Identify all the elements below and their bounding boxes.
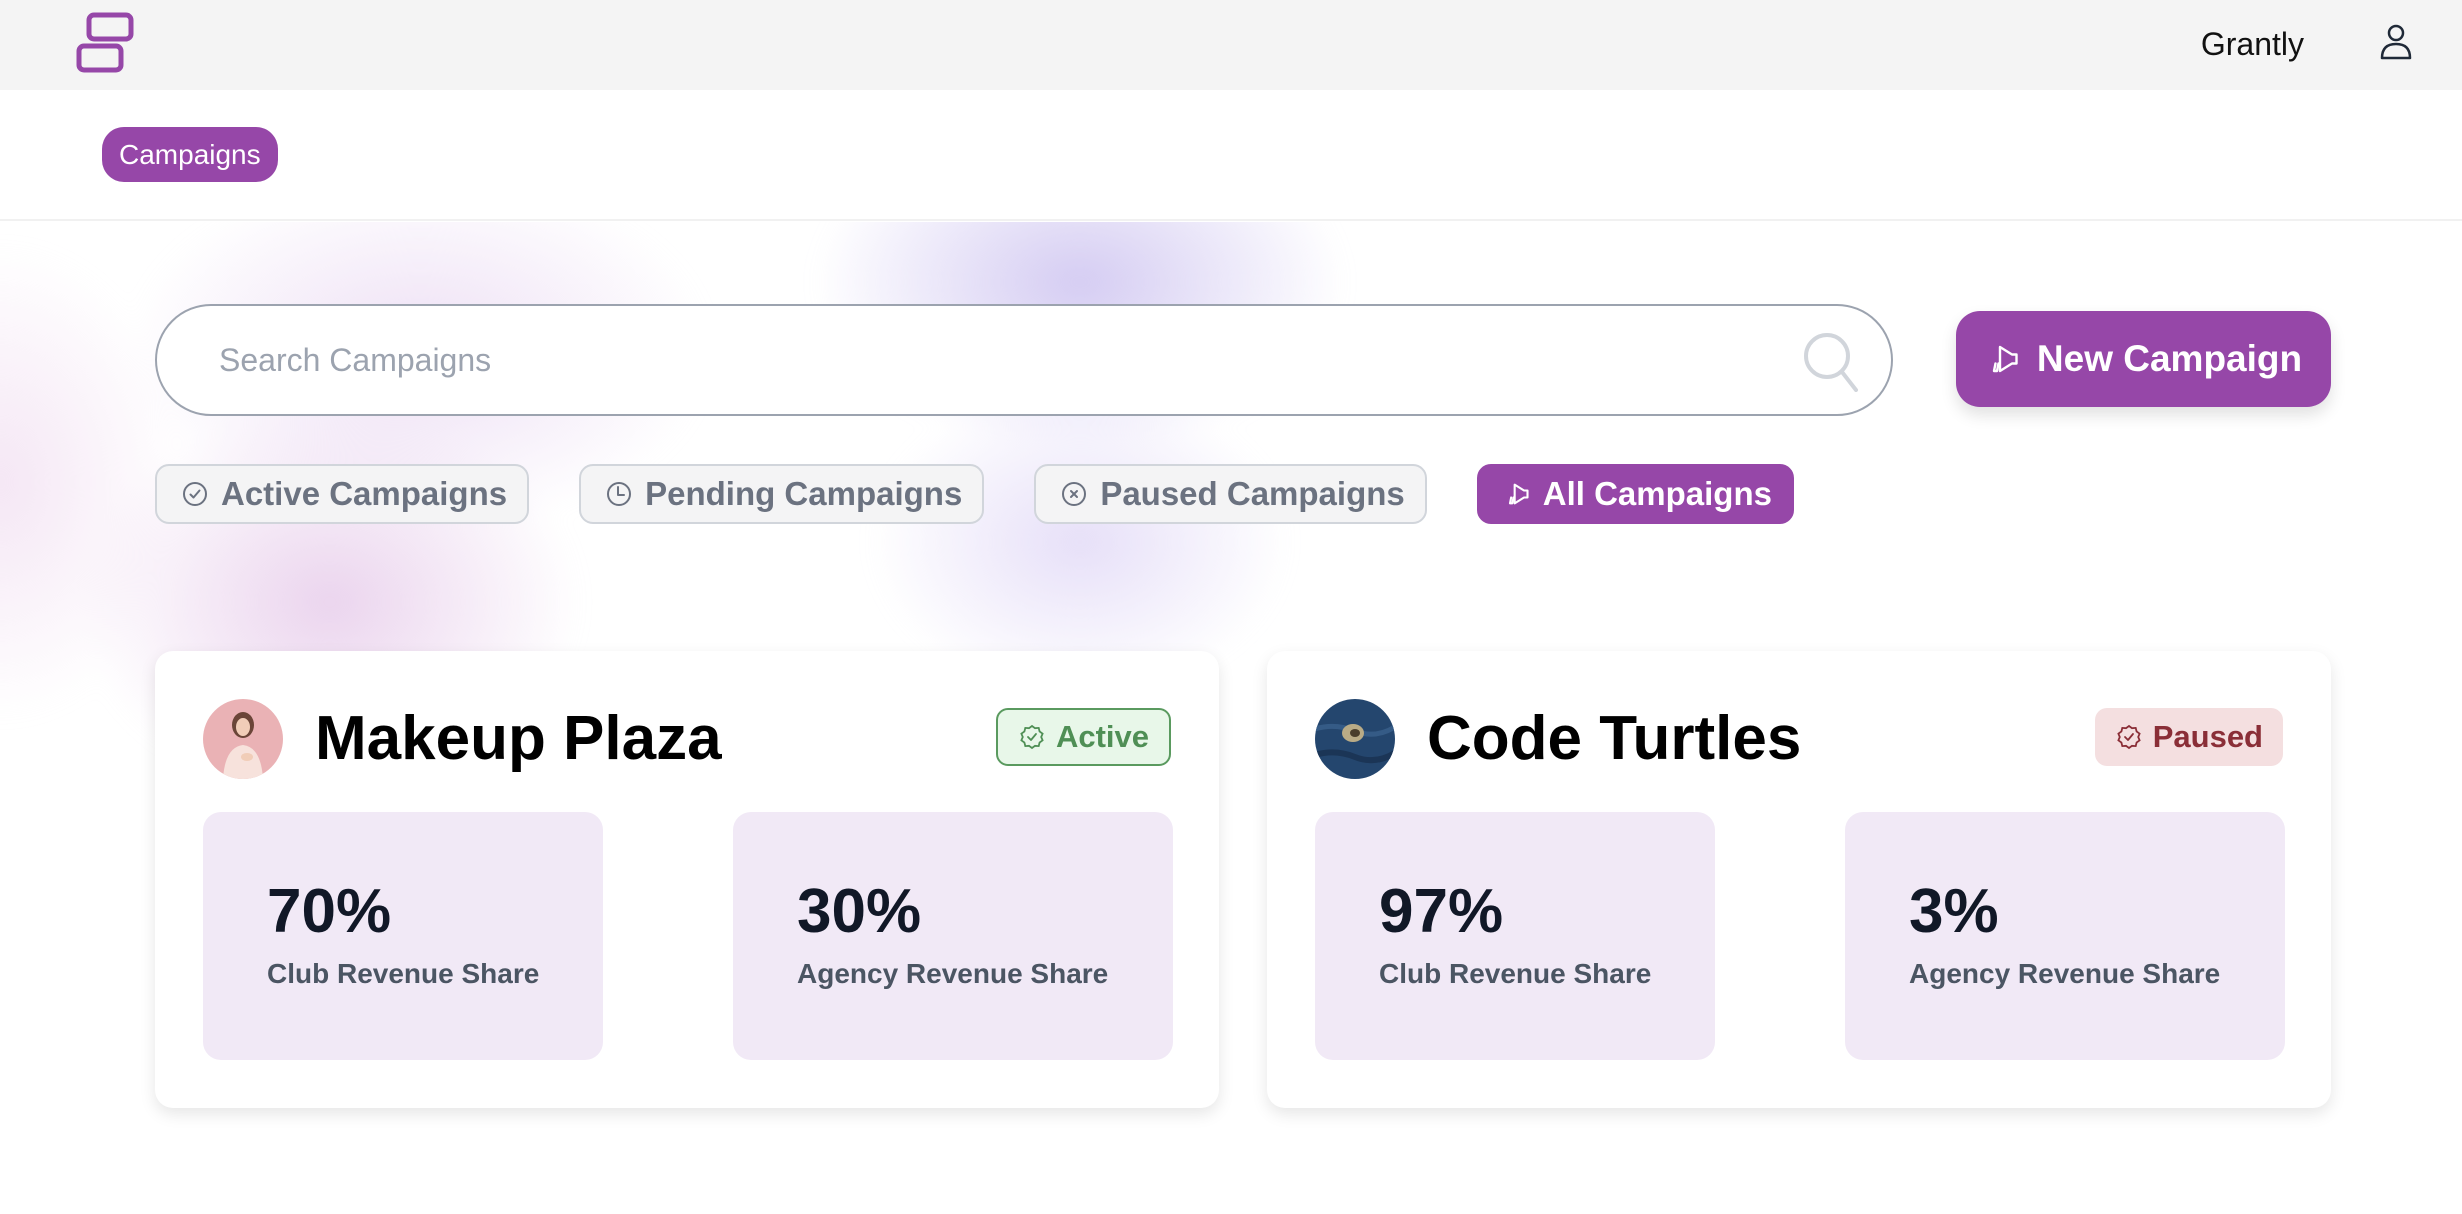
campaign-card[interactable]: Makeup Plaza Active 70% Club Revenue Sha… [155,651,1219,1108]
filter-all-campaigns[interactable]: All Campaigns [1476,464,1794,524]
verified-badge-icon [1020,724,1044,750]
campaign-filters: Active Campaigns Pending Campaigns Pause… [155,464,1794,524]
x-circle-icon [1062,482,1087,506]
status-label: Paused [2152,719,2263,754]
new-campaign-label: New Campaign [2036,338,2303,379]
logo-icon[interactable] [76,12,134,74]
verified-badge-icon [2117,724,2141,750]
search-input[interactable] [219,306,1779,414]
search-icon[interactable] [1801,330,1861,392]
tab-campaigns[interactable]: Campaigns [102,127,278,182]
user-icon[interactable] [2378,22,2414,62]
campaign-name: Makeup Plaza [315,704,722,773]
new-campaign-button[interactable]: New Campaign [1956,311,2331,407]
campaign-name: Code Turtles [1427,704,1802,773]
status-label: Active [1055,719,1149,754]
filter-label: Paused Campaigns [1100,475,1405,512]
club-revenue-share-stat: 70% Club Revenue Share [203,812,603,1060]
megaphone-icon [1992,345,2018,373]
stat-label: Club Revenue Share [267,958,540,989]
filter-label: All Campaigns [1542,475,1772,512]
club-revenue-share-stat: 97% Club Revenue Share [1315,812,1715,1060]
megaphone-icon [1508,483,1529,505]
search-bar [155,304,1893,416]
top-bar: Grantly [0,0,2462,90]
stat-label: Club Revenue Share [1379,958,1652,989]
stat-value: 30% [797,877,922,946]
filter-active-campaigns[interactable]: Active Campaigns [155,464,530,524]
status-badge: Active [995,708,1171,766]
campaign-card[interactable]: Code Turtles Paused 97% Club Revenue Sha… [1267,651,2331,1108]
agency-revenue-share-stat: 3% Agency Revenue Share [1845,812,2285,1060]
filter-paused-campaigns[interactable]: Paused Campaigns [1034,464,1427,524]
filter-label: Pending Campaigns [645,475,963,512]
turtle-photo-icon [1315,699,1395,779]
filter-pending-campaigns[interactable]: Pending Campaigns [579,464,985,524]
clock-icon [607,482,632,506]
campaign-avatar [1315,699,1395,779]
stat-label: Agency Revenue Share [1909,958,2221,989]
status-badge: Paused [2094,708,2283,766]
organization-name: Grantly [2200,26,2304,62]
agency-revenue-share-stat: 30% Agency Revenue Share [733,812,1173,1060]
stat-value: 70% [267,877,392,946]
stat-value: 3% [1909,877,1999,946]
stat-value: 97% [1379,877,1504,946]
filter-label: Active Campaigns [221,475,508,512]
main-content: New Campaign Active Campaigns Pending Ca… [0,222,2462,1214]
campaign-avatar [203,699,283,779]
sub-navigation: Campaigns [0,90,2462,221]
check-circle-icon [183,482,207,506]
person-photo-icon [203,699,283,779]
stat-label: Agency Revenue Share [797,958,1109,989]
